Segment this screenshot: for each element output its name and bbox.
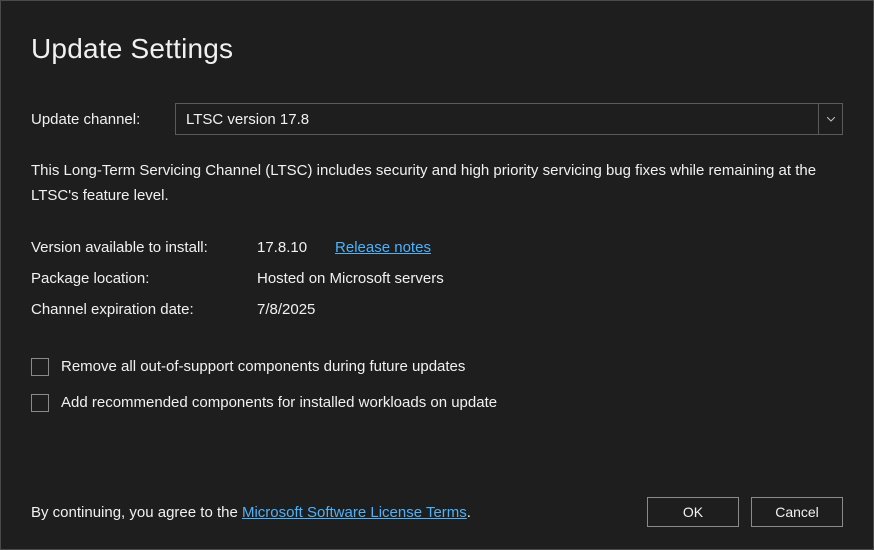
- update-channel-selected: LTSC version 17.8: [176, 111, 818, 128]
- agree-suffix: .: [467, 504, 471, 521]
- expiration-label: Channel expiration date:: [31, 301, 257, 318]
- remove-oos-checkbox[interactable]: [31, 358, 49, 376]
- update-settings-dialog: Update Settings Update channel: LTSC ver…: [0, 0, 874, 550]
- footer-buttons: OK Cancel: [647, 497, 843, 527]
- license-terms-link[interactable]: Microsoft Software License Terms: [242, 504, 467, 521]
- expiration-row: Channel expiration date: 7/8/2025: [31, 301, 843, 318]
- add-recommended-checkbox-row[interactable]: Add recommended components for installed…: [31, 394, 843, 412]
- ok-button[interactable]: OK: [647, 497, 739, 527]
- version-row: Version available to install: 17.8.10 Re…: [31, 239, 843, 256]
- update-channel-label: Update channel:: [31, 111, 175, 128]
- add-recommended-checkbox[interactable]: [31, 394, 49, 412]
- update-channel-dropdown[interactable]: LTSC version 17.8: [175, 103, 843, 135]
- dialog-footer: By continuing, you agree to the Microsof…: [31, 497, 843, 527]
- add-recommended-label: Add recommended components for installed…: [61, 394, 497, 411]
- version-label: Version available to install:: [31, 239, 257, 256]
- expiration-value: 7/8/2025: [257, 301, 315, 318]
- dialog-title: Update Settings: [31, 33, 843, 65]
- release-notes-link[interactable]: Release notes: [335, 239, 431, 256]
- version-value: 17.8.10: [257, 239, 307, 256]
- chevron-down-icon[interactable]: [818, 104, 842, 134]
- license-agreement-text: By continuing, you agree to the Microsof…: [31, 504, 471, 521]
- remove-oos-label: Remove all out-of-support components dur…: [61, 358, 465, 375]
- agree-prefix: By continuing, you agree to the: [31, 504, 242, 521]
- package-location-row: Package location: Hosted on Microsoft se…: [31, 270, 843, 287]
- package-location-label: Package location:: [31, 270, 257, 287]
- remove-oos-checkbox-row[interactable]: Remove all out-of-support components dur…: [31, 358, 843, 376]
- cancel-button[interactable]: Cancel: [751, 497, 843, 527]
- channel-description: This Long-Term Servicing Channel (LTSC) …: [31, 159, 843, 209]
- info-section: Version available to install: 17.8.10 Re…: [31, 239, 843, 332]
- package-location-value: Hosted on Microsoft servers: [257, 270, 444, 287]
- update-channel-row: Update channel: LTSC version 17.8: [31, 103, 843, 135]
